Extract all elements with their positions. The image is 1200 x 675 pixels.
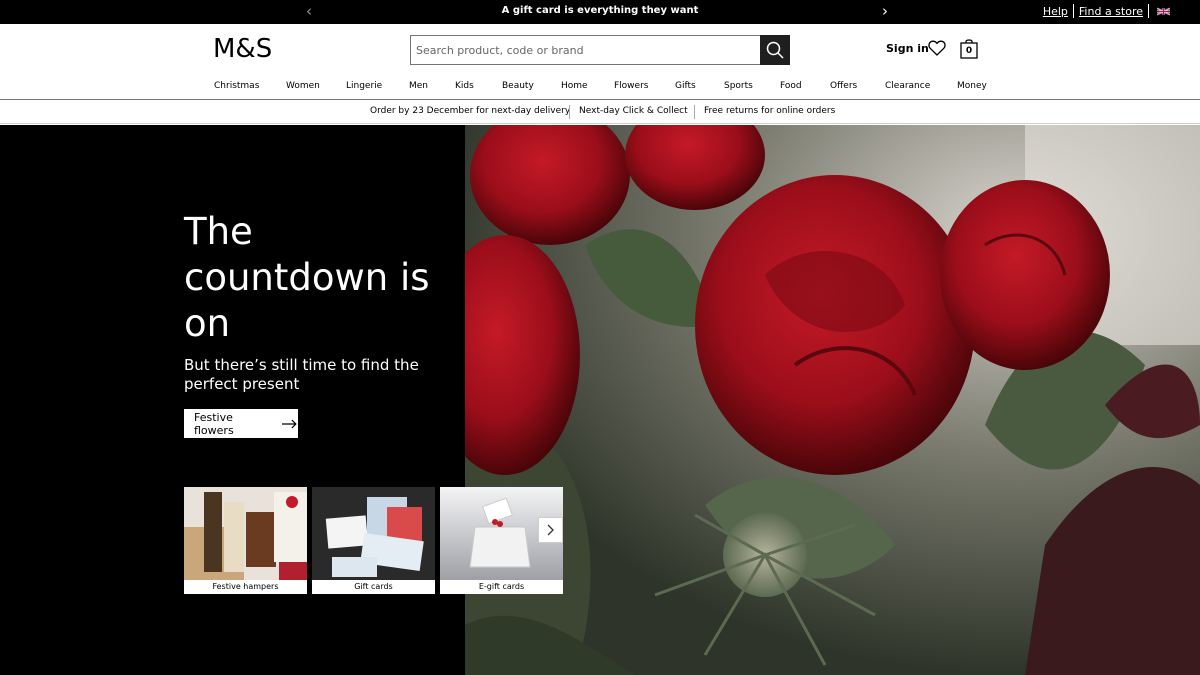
gift-cards-image (312, 487, 435, 580)
promo-message[interactable]: A gift card is everything they want (0, 5, 1200, 16)
nav-item-beauty[interactable]: Beauty (502, 81, 534, 91)
tile-festive-hampers[interactable]: Festive hampers (184, 487, 307, 594)
search-input[interactable] (410, 35, 761, 65)
nav-item-lingerie[interactable]: Lingerie (346, 81, 382, 91)
nav-item-offers[interactable]: Offers (830, 81, 857, 91)
bag-count: 0 (965, 46, 973, 56)
arrow-right-icon (282, 419, 297, 428)
nav-item-women[interactable]: Women (286, 81, 320, 91)
uk-flag-icon[interactable] (1157, 7, 1170, 16)
nav-item-home[interactable]: Home (561, 81, 588, 91)
service-click-collect[interactable]: Next-day Click & Collect (579, 106, 688, 116)
promo-next-arrow[interactable]: › (882, 3, 888, 19)
nav-item-food[interactable]: Food (780, 81, 802, 91)
service-divider (569, 105, 570, 119)
sign-in-link[interactable]: Sign in (886, 42, 929, 55)
nav-item-sports[interactable]: Sports (724, 81, 753, 91)
search-bar (410, 35, 790, 65)
roses-hero-image[interactable] (465, 125, 1200, 675)
service-divider (694, 105, 695, 119)
nav-item-gifts[interactable]: Gifts (675, 81, 696, 91)
tile-label: Festive hampers (184, 580, 307, 594)
nav-item-christmas[interactable]: Christmas (214, 81, 259, 91)
find-store-link[interactable]: Find a store (1074, 5, 1148, 18)
heart-icon[interactable] (928, 40, 946, 56)
main-nav: Christmas Women Lingerie Men Kids Beauty… (0, 76, 1200, 100)
hero-subtitle: But there’s still time to find the perfe… (184, 356, 419, 393)
nav-item-kids[interactable]: Kids (455, 81, 474, 91)
chevron-right-icon (547, 524, 554, 536)
hero-title: The countdown is on (184, 210, 430, 345)
service-next-day-delivery[interactable]: Order by 23 December for next-day delive… (370, 106, 570, 116)
utility-divider (1148, 4, 1149, 18)
site-header: M&S Sign in 0 (0, 24, 1200, 76)
nav-item-flowers[interactable]: Flowers (614, 81, 648, 91)
festive-flowers-button[interactable]: Festive flowers (184, 409, 298, 438)
search-button[interactable] (760, 35, 790, 65)
hero-banner: The countdown is on But there’s still ti… (0, 125, 1200, 675)
promo-bar: ‹ A gift card is everything they want › … (0, 0, 1200, 24)
tile-label: Gift cards (312, 580, 435, 594)
utility-links: Help Find a store (1038, 4, 1170, 18)
cta-label: Festive flowers (194, 410, 234, 437)
help-link[interactable]: Help (1038, 5, 1073, 18)
tile-gift-cards[interactable]: Gift cards (312, 487, 435, 594)
service-bar: Order by 23 December for next-day delive… (0, 101, 1200, 124)
carousel-next-button[interactable] (538, 517, 563, 543)
tile-label: E-gift cards (440, 580, 563, 594)
ms-logo[interactable]: M&S (213, 34, 272, 64)
shopping-bag-button[interactable]: 0 (960, 38, 978, 63)
nav-item-clearance[interactable]: Clearance (885, 81, 930, 91)
festive-hampers-image (184, 487, 307, 580)
nav-item-money[interactable]: Money (957, 81, 987, 91)
nav-item-men[interactable]: Men (409, 81, 428, 91)
search-icon (766, 41, 784, 59)
service-free-returns[interactable]: Free returns for online orders (704, 106, 835, 116)
